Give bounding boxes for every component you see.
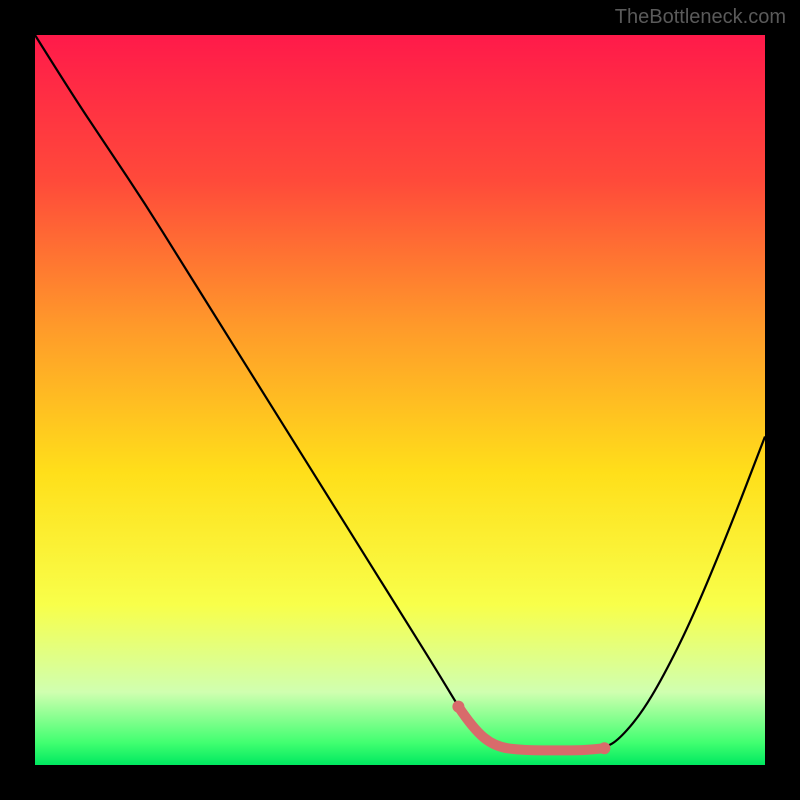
- plot-area: [35, 35, 765, 765]
- highlight-end-dot: [598, 742, 610, 754]
- highlight-start-dot: [452, 701, 464, 713]
- chart-svg: [35, 35, 765, 765]
- gradient-background: [35, 35, 765, 765]
- watermark-text: TheBottleneck.com: [615, 6, 786, 29]
